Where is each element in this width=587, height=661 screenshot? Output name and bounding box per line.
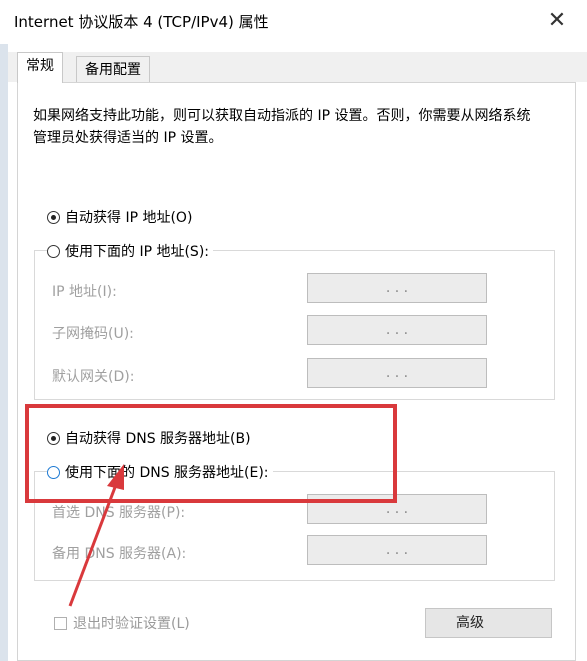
radio-button-selected[interactable] (47, 210, 60, 224)
ip-address-input[interactable]: . . . (307, 273, 487, 303)
subnet-mask-input[interactable]: . . . (307, 315, 487, 345)
alternate-dns-label: 备用 DNS 服务器(A): (52, 546, 187, 562)
radio-auto-ip-label: 自动获得 IP 地址(O) (65, 210, 193, 226)
radio-button-unselected[interactable] (47, 244, 60, 258)
radio-manual-ip[interactable]: 使用下面的 IP 地址(S): (47, 241, 213, 261)
radio-auto-dns[interactable]: 自动获得 DNS 服务器地址(B) (47, 428, 251, 448)
preferred-dns-value: . . . (385, 501, 409, 517)
radio-auto-ip[interactable]: 自动获得 IP 地址(O) (47, 207, 192, 227)
preferred-dns-label: 首选 DNS 服务器(P): (52, 505, 186, 521)
tab-general[interactable]: 常规 (17, 52, 63, 83)
ip-address-value: . . . (385, 280, 409, 296)
tab-bar: 常规 备用配置 (8, 52, 587, 83)
title-bar: Internet 协议版本 4 (TCP/IPv4) 属性 ✕ (0, 0, 587, 44)
description-text: 如果网络支持此功能，则可以获取自动指派的 IP 设置。否则，你需要从网络系统管理… (33, 108, 531, 146)
background-window-strip (0, 44, 8, 661)
default-gateway-input[interactable]: . . . (307, 358, 487, 388)
validate-on-exit-checkbox[interactable]: 退出时验证设置(L) (54, 613, 190, 633)
radio-manual-dns[interactable]: 使用下面的 DNS 服务器地址(E): (47, 462, 273, 482)
alternate-dns-input[interactable]: . . . (307, 535, 487, 565)
radio-manual-dns-label: 使用下面的 DNS 服务器地址(E): (65, 465, 269, 481)
tab-alternate-config[interactable]: 备用配置 (76, 56, 150, 82)
radio-auto-dns-label: 自动获得 DNS 服务器地址(B) (65, 431, 251, 447)
validate-on-exit-label: 退出时验证设置(L) (73, 616, 190, 632)
subnet-mask-value: . . . (385, 322, 409, 338)
ip-address-label: IP 地址(I): (52, 284, 117, 300)
window-title: Internet 协议版本 4 (TCP/IPv4) 属性 (14, 13, 269, 31)
alternate-dns-value: . . . (385, 542, 409, 558)
checkbox-box[interactable] (54, 616, 67, 630)
radio-button-unselected[interactable] (47, 465, 60, 479)
radio-manual-ip-label: 使用下面的 IP 地址(S): (65, 244, 209, 260)
default-gateway-label: 默认网关(D): (52, 369, 135, 385)
close-icon[interactable]: ✕ (545, 8, 569, 33)
advanced-button[interactable]: 高级 (425, 608, 552, 638)
preferred-dns-input[interactable]: . . . (307, 494, 487, 524)
subnet-mask-label: 子网掩码(U): (52, 326, 134, 342)
default-gateway-value: . . . (385, 365, 409, 381)
radio-button-selected[interactable] (47, 431, 60, 445)
